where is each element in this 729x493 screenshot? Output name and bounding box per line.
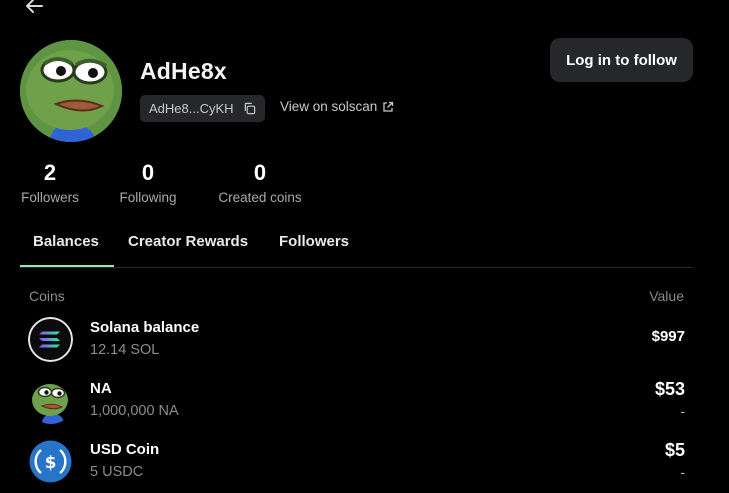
stat-followers[interactable]: 2 Followers: [20, 160, 80, 205]
external-link-icon: [383, 101, 394, 112]
tab-followers[interactable]: Followers: [279, 233, 349, 250]
coin-change: -: [680, 464, 685, 480]
stat-value: 0: [253, 160, 267, 185]
avatar: [20, 40, 122, 142]
stat-created-coins: 0 Created coins: [215, 160, 305, 205]
usdc-icon: $: [28, 439, 73, 484]
column-header-value: Value: [649, 288, 684, 304]
coin-amount: 1,000,000 NA: [90, 403, 179, 419]
stat-following[interactable]: 0 Following: [117, 160, 179, 205]
back-arrow-icon[interactable]: [22, 0, 46, 18]
view-on-solscan-link[interactable]: View on solscan: [280, 99, 394, 114]
coin-name: NA: [90, 380, 112, 397]
tab-balances[interactable]: Balances: [33, 233, 99, 250]
coin-row[interactable]: NA 1,000,000 NA $53 -: [28, 378, 685, 428]
coin-amount: 5 USDC: [90, 464, 144, 480]
coin-name: Solana balance: [90, 319, 200, 336]
coin-row[interactable]: Solana balance 12.14 SOL $997: [28, 317, 685, 367]
column-header-coins: Coins: [29, 288, 65, 304]
stat-label: Created coins: [218, 190, 302, 205]
active-tab-indicator: [20, 265, 114, 267]
stat-value: 0: [141, 160, 155, 185]
coin-name: USD Coin: [90, 441, 160, 458]
profile-tabs: Balances Creator Rewards Followers: [20, 222, 693, 268]
stat-label: Following: [119, 190, 177, 205]
solana-icon: [28, 317, 73, 362]
username: AdHe8x: [140, 58, 227, 84]
stat-value: 2: [43, 160, 57, 185]
coin-amount: 12.14 SOL: [90, 342, 160, 358]
stat-label: Followers: [21, 190, 79, 205]
svg-text:$: $: [45, 453, 57, 473]
coin-value: $53: [654, 379, 685, 399]
pepe-token-icon: [28, 378, 74, 424]
coin-change: -: [680, 403, 685, 419]
log-in-to-follow-button[interactable]: Log in to follow: [550, 38, 693, 82]
coin-row[interactable]: $ USD Coin 5 USDC $5 -: [28, 439, 685, 489]
coin-value: $5: [664, 440, 685, 460]
copy-icon[interactable]: [243, 102, 256, 115]
address-chip[interactable]: AdHe8...CyKH: [140, 95, 265, 122]
solscan-label: View on solscan: [280, 99, 378, 114]
tab-creator-rewards[interactable]: Creator Rewards: [128, 233, 248, 250]
address-text: AdHe8...CyKH: [149, 101, 234, 116]
pepe-avatar-icon: [20, 40, 122, 142]
coin-value: $997: [651, 328, 685, 345]
